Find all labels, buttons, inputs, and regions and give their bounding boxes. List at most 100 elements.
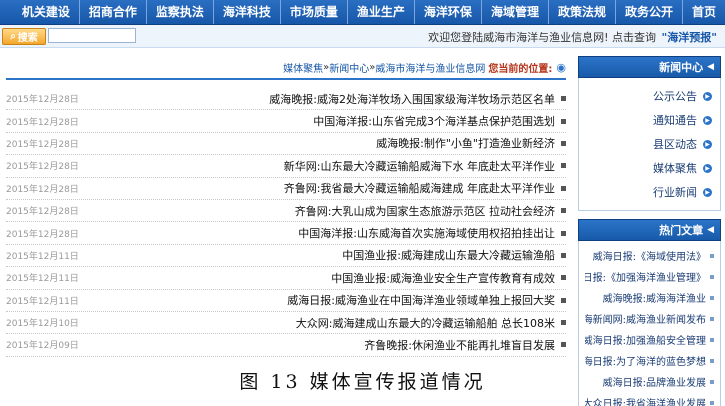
news-item[interactable]: 威海日报:威海渔业在中国海洋渔业领域单独上报回大奖 2015年12月11日 — [6, 290, 566, 312]
nav-item-policy[interactable]: 政策法规 — [547, 0, 615, 24]
news-item[interactable]: 大众网:威海建成山东最大的冷藏运输船舶 总长108米 2015年12月10日 — [6, 312, 566, 335]
news-item[interactable]: 中国海洋报:山东威海首次实施海域使用权招拍挂出让 2015年12月28日 — [6, 222, 566, 245]
news-center-links: ▶ 公示公告 ▶ 通知通告 ▶ 县区动态 ▶ 媒体聚焦 ▶ 行业新闻 — [578, 78, 721, 211]
bullet-icon — [561, 342, 566, 348]
hot-article[interactable]: 大众日报:我省海洋渔业发展 — [585, 392, 714, 406]
search-button[interactable]: ⌕ 搜索 — [2, 28, 46, 45]
news-title[interactable]: 新华网:山东最大冷藏运输船威海下水 年底赴太平洋作业 — [96, 158, 555, 174]
news-item[interactable]: 齐鲁晚报:休闲渔业不能再扎堆盲目发展 2015年12月09日 — [6, 334, 566, 357]
arrow-circle-icon: ▶ — [703, 91, 712, 101]
bullet-icon — [710, 358, 714, 363]
nav-item-investment[interactable]: 招商合作 — [78, 0, 146, 24]
hot-articles-header: ◀ 热门文章 — [578, 219, 721, 241]
news-date: 2015年12月28日 — [6, 229, 79, 240]
breadcrumb-label: 您当前的位置: — [488, 63, 553, 75]
sidebar-item-industry[interactable]: ▶ 行业新闻 — [579, 180, 712, 204]
bullet-icon — [561, 140, 566, 146]
sidebar-item-label: 县区动态 — [653, 138, 697, 151]
nav-item-home[interactable]: 首页 — [681, 0, 725, 24]
sidebar-item-label: 公示公告 — [653, 90, 697, 103]
news-date: 2015年12月28日 — [6, 95, 79, 106]
breadcrumb-link-site[interactable]: 威海市海洋与渔业信息网 — [375, 60, 485, 75]
news-item[interactable]: 中国渔业报:威海建成山东最大冷藏运输渔船 2015年12月11日 — [6, 245, 566, 268]
news-date: 2015年12月11日 — [6, 251, 79, 262]
hot-article[interactable]: 威海晚报:威海海洋渔业 — [585, 287, 714, 308]
sidebar-item-label: 行业新闻 — [653, 186, 697, 199]
search-button-label: 搜索 — [17, 33, 38, 44]
news-title[interactable]: 中国渔业报:威海渔业安全生产宣传教育有成效 — [96, 270, 555, 286]
news-item[interactable]: 威海晚报:制作"小鱼"打造渔业新经济 2015年12月28日 — [6, 133, 566, 156]
nav-item-technology[interactable]: 海洋科技 — [212, 0, 280, 24]
bullet-icon — [561, 252, 566, 258]
welcome-text: 欢迎您登陆威海市海洋与渔业信息网! 点击查询 "海洋预报" — [428, 29, 719, 45]
news-title[interactable]: 齐鲁网:大乳山成为国家生态旅游示范区 拉动社会经济 — [96, 203, 555, 219]
sidebar: ◀ 新闻中心 ▶ 公示公告 ▶ 通知通告 ▶ 县区动态 ▶ 媒体聚焦 ▶ 行业新闻 ◀ 热… — [578, 56, 721, 406]
news-center-title: 新闻中心 — [659, 61, 704, 74]
ocean-forecast-link[interactable]: "海洋预报" — [662, 31, 717, 44]
welcome-bar: ⌕ 搜索 欢迎您登陆威海市海洋与渔业信息网! 点击查询 "海洋预报" — [0, 25, 725, 48]
bullet-icon — [710, 274, 714, 279]
hot-article[interactable]: 威海日报:《加强海洋渔业管理》 — [585, 266, 714, 287]
hot-article[interactable]: 威海日报:加强渔船安全管理 — [585, 329, 714, 350]
news-date: 2015年12月09日 — [6, 341, 79, 352]
sidebar-item-county-news[interactable]: ▶ 县区动态 — [579, 132, 712, 156]
news-date: 2015年12月28日 — [6, 184, 79, 195]
news-title[interactable]: 中国海洋报:山东威海首次实施海域使用权招拍挂出让 — [96, 225, 555, 241]
bullet-icon — [561, 208, 566, 214]
news-title[interactable]: 齐鲁晚报:休闲渔业不能再扎堆盲目发展 — [96, 337, 555, 353]
news-item[interactable]: 齐鲁网:大乳山成为国家生态旅游示范区 拉动社会经济 2015年12月28日 — [6, 200, 566, 223]
sidebar-item-label: 媒体聚焦 — [653, 162, 697, 175]
nav-item-organization[interactable]: 机关建设 — [13, 0, 79, 24]
triangle-icon: ◀ — [707, 225, 714, 235]
news-item[interactable]: 中国渔业报:威海渔业安全生产宣传教育有成效 2015年12月11日 — [6, 267, 566, 290]
news-item[interactable]: 新华网:山东最大冷藏运输船威海下水 年底赴太平洋作业 2015年12月28日 — [6, 155, 566, 178]
bullet-icon — [561, 297, 566, 303]
nav-item-fishery[interactable]: 渔业生产 — [346, 0, 414, 24]
arrow-circle-icon: ▶ — [703, 163, 712, 173]
nav-item-enforcement[interactable]: 监察执法 — [145, 0, 213, 24]
triangle-icon: ◀ — [707, 62, 714, 72]
location-icon: ◉ — [556, 60, 566, 74]
hot-article-title: 威海日报:《加强海洋渔业管理》 — [585, 273, 706, 284]
news-title[interactable]: 威海晚报:威海2处海洋牧场入围国家级海洋牧场示范区名单 — [96, 91, 555, 107]
hot-article-title: 威海晚报:威海海洋渔业 — [602, 294, 706, 305]
breadcrumb-link-news-center[interactable]: 新闻中心 — [329, 60, 369, 75]
hot-article[interactable]: 威海新闻网:威海渔业新闻发布 — [585, 308, 714, 329]
nav-item-market[interactable]: 市场质量 — [279, 0, 347, 24]
nav-item-government[interactable]: 政务公开 — [614, 0, 682, 24]
news-date: 2015年12月28日 — [6, 162, 79, 173]
nav-item-environment[interactable]: 海洋环保 — [413, 0, 481, 24]
breadcrumb-link-media[interactable]: 媒体聚焦 — [283, 60, 323, 75]
sidebar-item-announcements[interactable]: ▶ 公示公告 — [579, 84, 712, 108]
news-date: 2015年12月11日 — [6, 296, 79, 307]
top-navigation: 首页 政务公开 政策法规 海域管理 海洋环保 渔业生产 市场质量 海洋科技 监察… — [0, 0, 725, 25]
sidebar-item-media[interactable]: ▶ 媒体聚焦 — [579, 156, 712, 180]
bullet-icon — [710, 316, 714, 321]
news-item[interactable]: 齐鲁网:我省最大冷藏运输船威海建成 年底赴太平洋作业 2015年12月28日 — [6, 178, 566, 200]
bullet-icon — [710, 400, 714, 405]
hot-articles-title: 热门文章 — [659, 224, 704, 237]
hot-article-title: 大众日报:我省海洋渔业发展 — [585, 399, 706, 406]
arrow-circle-icon: ▶ — [703, 115, 712, 125]
news-title[interactable]: 中国渔业报:威海建成山东最大冷藏运输渔船 — [96, 247, 555, 263]
news-title[interactable]: 大众网:威海建成山东最大的冷藏运输船舶 总长108米 — [96, 315, 555, 331]
search-input[interactable] — [48, 28, 136, 43]
news-title[interactable]: 中国海洋报:山东省完成3个海洋基点保护范围选划 — [96, 113, 555, 129]
news-center-header: ◀ 新闻中心 — [578, 56, 721, 78]
news-item[interactable]: 中国海洋报:山东省完成3个海洋基点保护范围选划 2015年12月28日 — [6, 110, 566, 133]
news-title[interactable]: 威海晚报:制作"小鱼"打造渔业新经济 — [96, 135, 555, 151]
news-date: 2015年12月10日 — [6, 319, 79, 330]
sidebar-item-notices[interactable]: ▶ 通知通告 — [579, 108, 712, 132]
bullet-icon — [710, 253, 714, 258]
news-date: 2015年12月28日 — [6, 117, 79, 128]
news-title[interactable]: 威海日报:威海渔业在中国海洋渔业领域单独上报回大奖 — [96, 292, 555, 308]
welcome-query-text: 点击查询 — [612, 31, 657, 44]
welcome-message: 欢迎您登陆威海市海洋与渔业信息网! — [428, 31, 609, 44]
bullet-icon — [710, 295, 714, 300]
breadcrumb: ◉ 您当前的位置: 威海市海洋与渔业信息网 » 新闻中心 » 媒体聚焦 — [6, 56, 566, 80]
hot-article-title: 威海日报:《海域使用法》 — [592, 252, 706, 263]
hot-article[interactable]: 威海日报:《海域使用法》 — [585, 245, 714, 266]
news-title[interactable]: 齐鲁网:我省最大冷藏运输船威海建成 年底赴太平洋作业 — [96, 180, 555, 196]
nav-item-sea-area[interactable]: 海域管理 — [480, 0, 548, 24]
news-item[interactable]: 威海晚报:威海2处海洋牧场入围国家级海洋牧场示范区名单 2015年12月28日 — [6, 88, 566, 111]
